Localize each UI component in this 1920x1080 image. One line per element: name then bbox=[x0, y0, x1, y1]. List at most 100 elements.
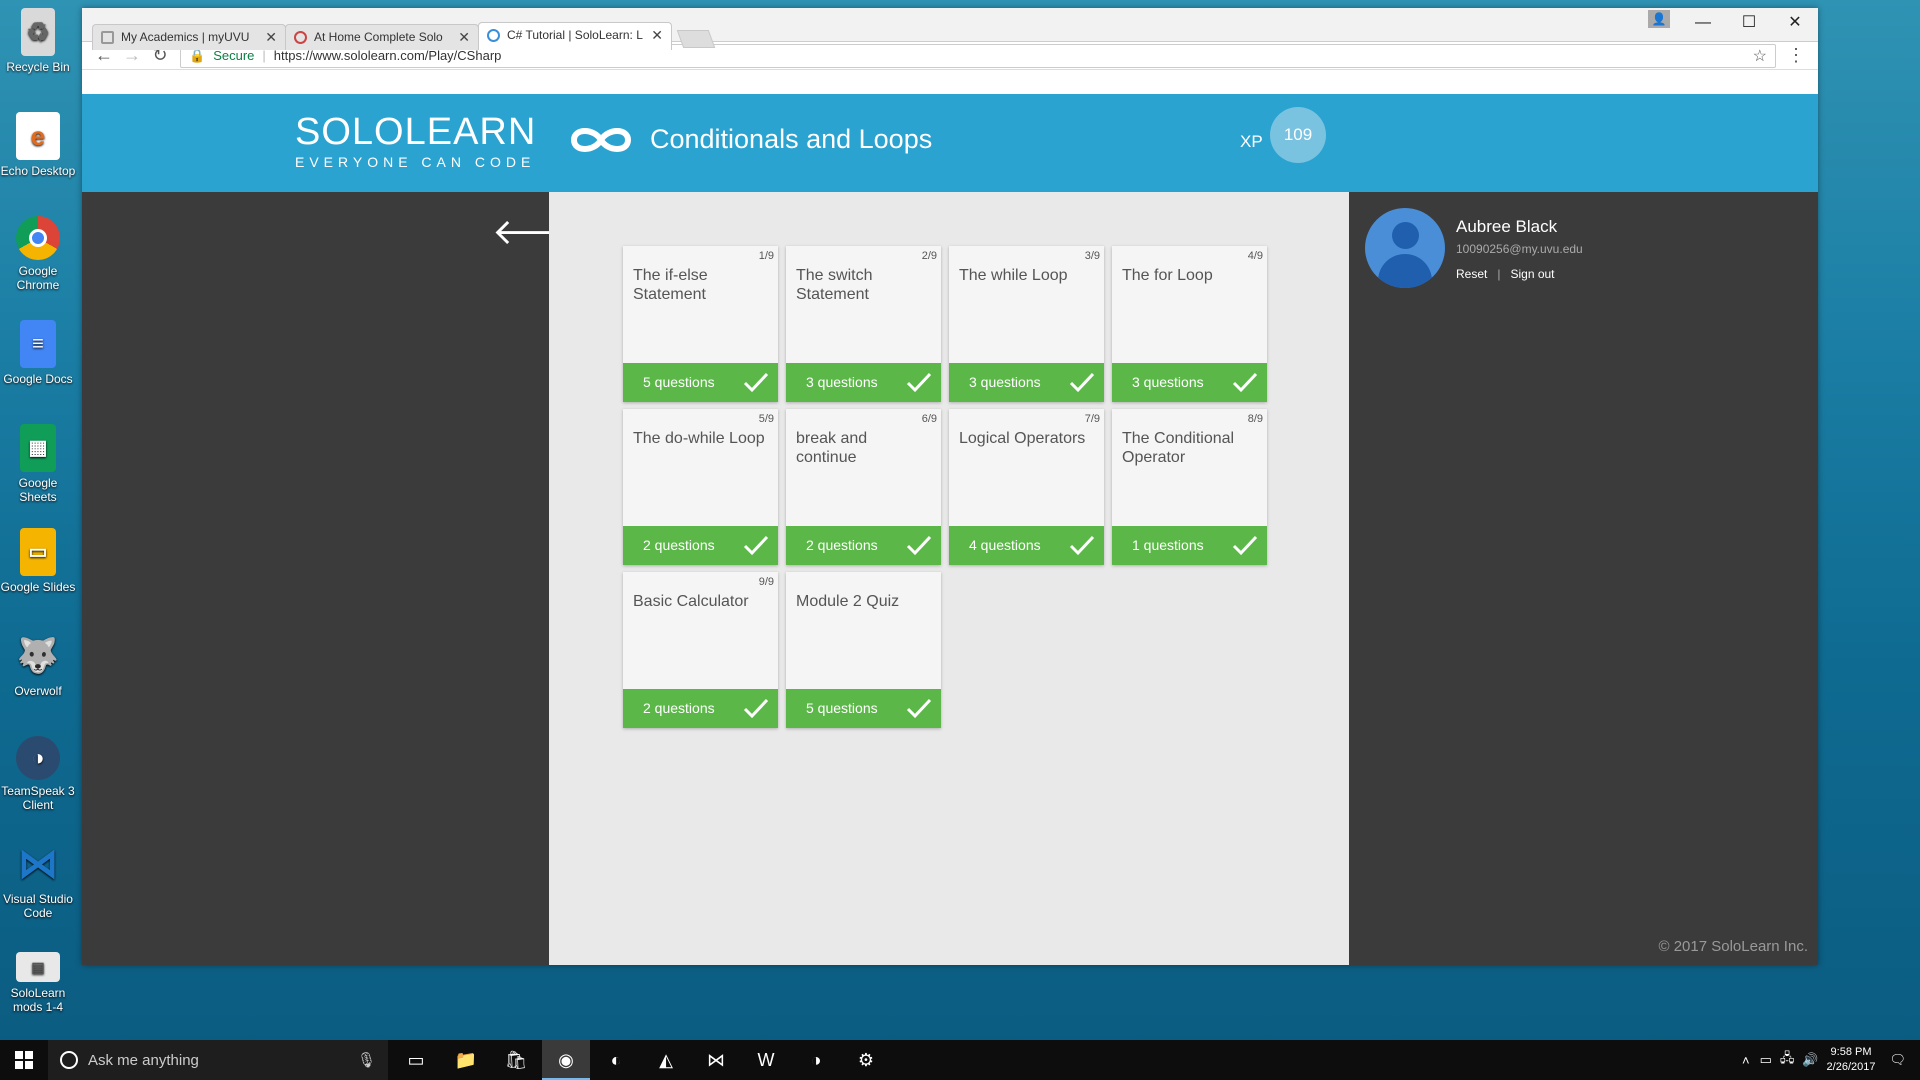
steam-taskbar-icon[interactable]: ⚙ bbox=[842, 1040, 890, 1080]
tab-close-icon[interactable]: ✕ bbox=[651, 23, 663, 47]
vscode-taskbar-icon[interactable]: ⋈ bbox=[692, 1040, 740, 1080]
vscode-icon: ⋈ bbox=[18, 842, 58, 886]
site-header: SOLOLEARN EVERYONE CAN CODE Conditionals… bbox=[82, 94, 1818, 192]
checkmark-icon bbox=[743, 372, 769, 393]
reset-link[interactable]: Reset bbox=[1456, 267, 1487, 281]
tab-at-home[interactable]: At Home Complete Solo ✕ bbox=[285, 24, 479, 50]
desktop-icon-slides[interactable]: ▭ Google Slides bbox=[0, 528, 76, 594]
lesson-card[interactable]: 6/9 break and continue 2 questions bbox=[786, 409, 941, 565]
desktop-icon-echo[interactable]: e Echo Desktop bbox=[0, 112, 76, 178]
lesson-title: Module 2 Quiz bbox=[796, 593, 900, 610]
lesson-status-bar: 5 questions bbox=[623, 363, 778, 402]
tab-title: At Home Complete Solo bbox=[314, 30, 443, 44]
signout-link[interactable]: Sign out bbox=[1510, 267, 1554, 281]
lesson-card[interactable]: 8/9 The Conditional Operator 1 questions bbox=[1112, 409, 1267, 565]
windows-logo-icon bbox=[15, 1051, 33, 1069]
sololearn-logo[interactable]: SOLOLEARN EVERYONE CAN CODE bbox=[295, 112, 536, 170]
close-window-icon[interactable]: ✕ bbox=[1772, 8, 1818, 38]
network-icon[interactable]: 🖧 bbox=[1780, 1049, 1795, 1071]
echo-desktop-icon: e bbox=[16, 112, 60, 160]
lesson-card[interactable]: 1/9 The if-else Statement 5 questions bbox=[623, 246, 778, 402]
overwolf-icon: 🐺 bbox=[16, 637, 60, 675]
user-panel: Aubree Black 10090256@my.uvu.edu Reset | S… bbox=[1349, 192, 1818, 965]
tab-myuvu[interactable]: My Academics | myUVU ✕ bbox=[92, 24, 286, 50]
cortana-search-box[interactable]: Ask me anything 🎙 bbox=[48, 1040, 388, 1080]
lesson-card[interactable]: 5/9 The do-while Loop 2 questions bbox=[623, 409, 778, 565]
checkmark-icon bbox=[1069, 535, 1095, 556]
checkmark-icon bbox=[906, 535, 932, 556]
user-name: Aubree Black bbox=[1456, 217, 1558, 236]
lesson-card[interactable]: 9/9 Basic Calculator 2 questions bbox=[623, 572, 778, 728]
lesson-title: The Conditional Operator bbox=[1122, 430, 1235, 466]
microphone-icon[interactable]: 🎙 bbox=[357, 1051, 376, 1069]
desktop-icon-sheets[interactable]: ▦ Google Sheets bbox=[0, 424, 76, 504]
teamspeak-taskbar-icon[interactable]: ◑ bbox=[792, 1040, 840, 1080]
lesson-questions-count: 2 questions bbox=[643, 700, 715, 716]
lesson-questions-count: 2 questions bbox=[643, 537, 715, 553]
google-slides-icon: ▭ bbox=[20, 528, 56, 576]
tab-strip: My Academics | myUVU ✕ At Home Complete … bbox=[82, 8, 1818, 50]
url-text[interactable]: https://www.sololearn.com/Play/CSharp bbox=[274, 48, 1753, 63]
desktop-icon-docs[interactable]: ≡ Google Docs bbox=[0, 320, 76, 386]
lesson-title: The while Loop bbox=[959, 267, 1068, 284]
module-title: Conditionals and Loops bbox=[650, 124, 933, 154]
tab-title: C# Tutorial | SoloLearn: L bbox=[507, 28, 643, 42]
lesson-card[interactable]: 2/9 The switch Statement 3 questions bbox=[786, 246, 941, 402]
battery-icon[interactable]: ▭ bbox=[1760, 1052, 1772, 1068]
desktop-icon-label: Overwolf bbox=[14, 684, 62, 698]
store-icon[interactable]: 🛍 bbox=[492, 1040, 540, 1080]
windows-start-button[interactable] bbox=[0, 1040, 48, 1080]
chrome-menu-icon[interactable]: ⋮ bbox=[1782, 45, 1810, 66]
clock[interactable]: 9:58 PM 2/26/2017 bbox=[1827, 1045, 1876, 1075]
task-view-icon[interactable]: ▭ bbox=[392, 1040, 440, 1080]
new-tab-button[interactable] bbox=[676, 30, 716, 48]
tray-chevron-icon[interactable]: ˄ bbox=[1742, 1053, 1750, 1068]
desktop-icon-sololearn-file[interactable]: ▤ SoloLearn mods 1-4 bbox=[0, 952, 76, 1014]
overwolf-taskbar-icon[interactable]: ◭ bbox=[642, 1040, 690, 1080]
lesson-card[interactable]: 3/9 The while Loop 3 questions bbox=[949, 246, 1104, 402]
lesson-card[interactable]: Module 2 Quiz 5 questions bbox=[786, 572, 941, 728]
tab-close-icon[interactable]: ✕ bbox=[265, 25, 277, 49]
echo-taskbar-icon[interactable]: ◐ bbox=[592, 1040, 640, 1080]
desktop-icon-label: Visual Studio Code bbox=[3, 892, 73, 920]
desktop-icon-label: Google Slides bbox=[0, 580, 76, 594]
lesson-number: 6/9 bbox=[921, 413, 937, 425]
checkmark-icon bbox=[743, 535, 769, 556]
lesson-questions-count: 3 questions bbox=[969, 374, 1041, 390]
lesson-card[interactable]: 4/9 The for Loop 3 questions bbox=[1112, 246, 1267, 402]
avatar[interactable] bbox=[1365, 208, 1445, 288]
lesson-number: 2/9 bbox=[921, 250, 937, 262]
desktop-icon-chrome[interactable]: Google Chrome bbox=[0, 216, 76, 292]
minimize-icon[interactable]: — bbox=[1680, 8, 1726, 38]
google-sheets-icon: ▦ bbox=[20, 424, 56, 472]
clock-time: 9:58 PM bbox=[1830, 1046, 1872, 1058]
infinity-icon bbox=[570, 128, 632, 152]
tab-close-icon[interactable]: ✕ bbox=[458, 25, 470, 49]
teamspeak-icon: ◑ bbox=[16, 736, 60, 780]
maximize-icon[interactable]: ☐ bbox=[1726, 8, 1772, 38]
lessons-grid: 1/9 The if-else Statement 5 questions 2/9 Th… bbox=[549, 192, 1349, 965]
sololearn-file-icon: ▤ bbox=[16, 952, 60, 982]
volume-icon[interactable]: 🔊 bbox=[1802, 1052, 1818, 1068]
tab-csharp-tutorial[interactable]: C# Tutorial | SoloLearn: L ✕ bbox=[478, 22, 672, 50]
word-taskbar-icon[interactable]: W bbox=[742, 1040, 790, 1080]
desktop-icon-label: TeamSpeak 3 Client bbox=[1, 784, 75, 812]
desktop-icon-teamspeak[interactable]: ◑ TeamSpeak 3 Client bbox=[0, 736, 76, 812]
checkmark-icon bbox=[743, 698, 769, 719]
lesson-title: The for Loop bbox=[1122, 267, 1213, 284]
desktop-icon-recycle-bin[interactable]: ♻ Recycle Bin bbox=[0, 8, 76, 74]
file-explorer-icon[interactable]: 📁 bbox=[442, 1040, 490, 1080]
chrome-taskbar-icon[interactable]: ◉ bbox=[542, 1040, 590, 1080]
bookmark-star-icon[interactable]: ☆ bbox=[1753, 46, 1767, 66]
desktop-icon-overwolf[interactable]: 🐺 Overwolf bbox=[0, 632, 76, 698]
desktop-icon-label: Google Docs bbox=[3, 372, 73, 386]
lesson-number: 1/9 bbox=[758, 250, 774, 262]
lesson-questions-count: 4 questions bbox=[969, 537, 1041, 553]
lesson-status-bar: 5 questions bbox=[786, 689, 941, 728]
profile-icon[interactable]: 👤 bbox=[1648, 10, 1670, 28]
lesson-questions-count: 3 questions bbox=[1132, 374, 1204, 390]
logo-wordmark: SOLOLEARN bbox=[295, 111, 537, 153]
lesson-card[interactable]: 7/9 Logical Operators 4 questions bbox=[949, 409, 1104, 565]
desktop-icon-vscode[interactable]: ⋈ Visual Studio Code bbox=[0, 840, 76, 920]
action-center-icon[interactable]: 🗨 bbox=[1889, 1052, 1906, 1068]
